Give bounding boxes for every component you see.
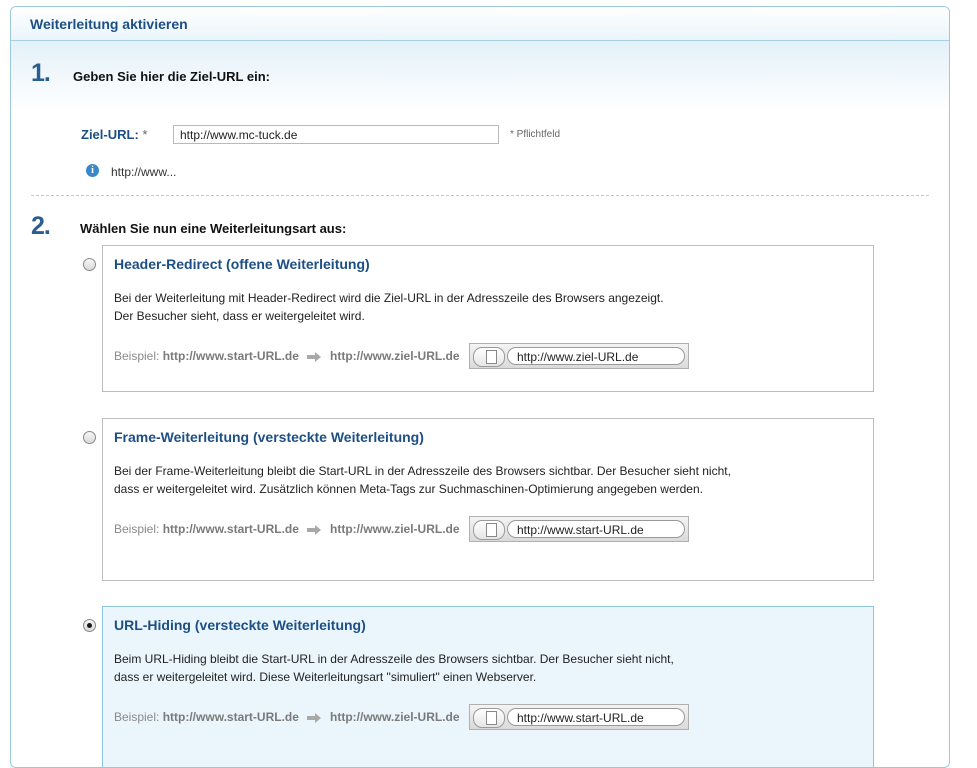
option-description: Beim URL-Hiding bleibt die Start-URL in … — [114, 650, 674, 686]
required-note: * Pflichtfeld — [510, 129, 561, 140]
arrow-right-icon — [307, 525, 321, 535]
address-field: http://www.start-URL.de — [507, 708, 685, 726]
browser-address-bar: http://www.ziel-URL.de — [469, 343, 689, 369]
option-desc-line: dass er weitergeleitet wird. Zusätzlich … — [114, 482, 703, 496]
redirect-panel: Weiterleitung aktivieren 1. Geben Sie hi… — [10, 6, 950, 768]
browser-address-bar: http://www.start-URL.de — [469, 516, 689, 542]
step1-number: 1. — [31, 59, 51, 87]
ziel-url-input[interactable] — [173, 125, 499, 144]
example-text: Beispiel: http://www.start-URL.de — [114, 522, 299, 536]
option-desc-line: Beim URL-Hiding bleibt die Start-URL in … — [114, 652, 674, 666]
address-field: http://www.ziel-URL.de — [507, 347, 685, 365]
radio-frame-weiterleitung[interactable] — [83, 431, 96, 444]
info-icon: i — [86, 164, 99, 177]
example-to-url: http://www.ziel-URL.de — [330, 522, 460, 536]
option-title: URL-Hiding (versteckte Weiterleitung) — [114, 617, 366, 633]
required-star: * — [142, 127, 148, 142]
option-frame-weiterleitung[interactable]: Frame-Weiterleitung (versteckte Weiterle… — [102, 418, 874, 581]
example-to: http://www.ziel-URL.de — [330, 349, 460, 363]
arrow-right-icon — [307, 352, 321, 362]
example-to-url: http://www.ziel-URL.de — [330, 349, 460, 363]
example-prefix: Beispiel: — [114, 522, 160, 536]
arrow-right-icon — [307, 713, 321, 723]
page-pill — [473, 520, 505, 540]
example-prefix: Beispiel: — [114, 349, 160, 363]
example-from-url: http://www.start-URL.de — [162, 710, 299, 724]
step2-number: 2. — [31, 212, 51, 240]
example-text: Beispiel: http://www.start-URL.de — [114, 710, 299, 724]
address-field: http://www.start-URL.de — [507, 520, 685, 538]
example-from-url: http://www.start-URL.de — [162, 522, 299, 536]
option-description: Bei der Weiterleitung mit Header-Redirec… — [114, 289, 664, 325]
option-header-redirect[interactable]: Header-Redirect (offene Weiterleitung) B… — [102, 245, 874, 392]
option-title: Frame-Weiterleitung (versteckte Weiterle… — [114, 429, 424, 445]
page-pill — [473, 347, 505, 367]
option-desc-line: dass er weitergeleitet wird. Diese Weite… — [114, 670, 537, 684]
ziel-url-label: Ziel-URL: * — [81, 127, 147, 142]
radio-url-hiding[interactable] — [83, 619, 96, 632]
section-divider — [31, 195, 929, 196]
option-description: Bei der Frame-Weiterleitung bleibt die S… — [114, 462, 731, 498]
panel-header: Weiterleitung aktivieren — [11, 7, 949, 41]
url-hint: http://www... — [111, 165, 177, 179]
example-prefix: Beispiel: — [114, 710, 160, 724]
document-icon — [486, 523, 497, 537]
example-to: http://www.ziel-URL.de — [330, 522, 460, 536]
example-to: http://www.ziel-URL.de — [330, 710, 460, 724]
step2-title: Wählen Sie nun eine Weiterleitungsart au… — [80, 221, 347, 236]
option-title: Header-Redirect (offene Weiterleitung) — [114, 256, 370, 272]
step1-title: Geben Sie hier die Ziel-URL ein: — [73, 69, 270, 84]
option-desc-line: Der Besucher sieht, dass er weitergeleit… — [114, 309, 365, 323]
ziel-url-label-text: Ziel-URL: — [81, 127, 139, 142]
document-icon — [486, 711, 497, 725]
example-to-url: http://www.ziel-URL.de — [330, 710, 460, 724]
option-desc-line: Bei der Frame-Weiterleitung bleibt die S… — [114, 464, 731, 478]
panel-title: Weiterleitung aktivieren — [30, 16, 188, 32]
example-text: Beispiel: http://www.start-URL.de — [114, 349, 299, 363]
document-icon — [486, 350, 497, 364]
browser-address-bar: http://www.start-URL.de — [469, 704, 689, 730]
option-url-hiding[interactable]: URL-Hiding (versteckte Weiterleitung) Be… — [102, 606, 874, 767]
page-pill — [473, 708, 505, 728]
example-from-url: http://www.start-URL.de — [162, 349, 299, 363]
option-desc-line: Bei der Weiterleitung mit Header-Redirec… — [114, 291, 664, 305]
radio-header-redirect[interactable] — [83, 258, 96, 271]
